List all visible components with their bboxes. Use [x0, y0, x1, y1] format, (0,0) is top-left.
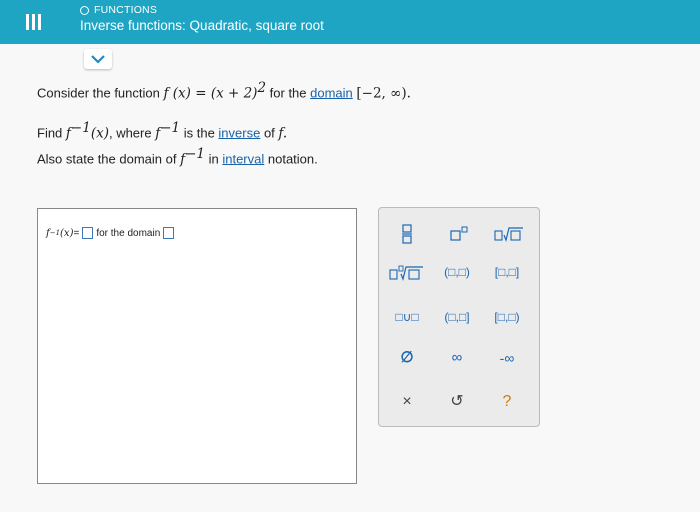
exponent: 2 [257, 80, 267, 96]
domain-link[interactable]: domain [310, 85, 353, 100]
equals-sign: = [73, 227, 80, 239]
inverse-link[interactable]: inverse [218, 125, 260, 140]
open-closed-interval-button[interactable]: (□,□] [435, 306, 479, 328]
menu-icon[interactable] [26, 14, 42, 30]
domain-interval: [−2, ∞). [356, 85, 411, 102]
sqrt-icon [494, 227, 523, 242]
question-text: Consider the function [37, 85, 160, 101]
union-button[interactable]: □∪□ [385, 306, 429, 328]
expand-toggle-button[interactable] [84, 49, 112, 69]
help-button[interactable]: ? [485, 391, 529, 413]
progress-circle-icon [80, 5, 89, 15]
open-open-interval-button[interactable]: (□,□) [435, 261, 479, 283]
inverse-answer-input[interactable] [82, 227, 94, 239]
clear-button[interactable]: × [385, 391, 429, 413]
inverse-superscript: −1 [185, 146, 205, 162]
question-line-1: Consider the function f (x) = (x + 2)2 f… [37, 80, 411, 101]
question-text: of [260, 125, 279, 141]
function-argument: (x) [60, 227, 74, 239]
fraction-icon [402, 224, 412, 244]
nth-root-button[interactable] [385, 261, 429, 283]
page-title: Inverse functions: Quadratic, square roo… [80, 18, 324, 33]
answer-area[interactable]: f −1 (x) = for the domain [37, 208, 357, 484]
nth-root-icon [389, 265, 423, 281]
function-argument: (x) [90, 125, 109, 142]
fraction-button[interactable] [385, 222, 429, 244]
question-text: notation. [264, 151, 318, 167]
question-line-2: Find f−1(x), where f−1 is the inverse of… [37, 120, 287, 141]
question-text: for the [266, 85, 311, 101]
topic-text: FUNCTIONS [94, 4, 158, 16]
exponent-button[interactable] [437, 222, 481, 244]
closed-closed-interval-button[interactable]: [□,□] [485, 261, 529, 283]
function-expression: f (x) = (x + 2) [163, 85, 258, 102]
question-text: , where [108, 125, 156, 141]
negative-infinity-button[interactable]: -∞ [485, 347, 529, 369]
math-palette: (□,□) [□,□] □∪□ (□,□] [□,□) ∅ ∞ -∞ × ↺ ? [378, 207, 540, 427]
topic-label: FUNCTIONS [80, 4, 157, 16]
question-text: in [205, 151, 223, 167]
chevron-down-icon [91, 54, 105, 64]
top-bar: FUNCTIONS Inverse functions: Quadratic, … [0, 0, 700, 44]
inverse-superscript: −1 [49, 229, 61, 237]
inverse-superscript: −1 [70, 120, 91, 136]
question-line-3: Also state the domain of f−1 in interval… [37, 146, 318, 167]
question-text: is the [180, 125, 219, 141]
closed-open-interval-button[interactable]: [□,□) [485, 306, 529, 328]
question-text: Also state the domain of [37, 151, 181, 167]
question-text: Find [37, 125, 66, 141]
function-symbol: f. [278, 125, 288, 142]
exponent-icon [450, 226, 468, 241]
undo-button[interactable]: ↺ [435, 391, 479, 413]
empty-set-button[interactable]: ∅ [385, 347, 429, 369]
domain-label: for the domain [96, 227, 161, 239]
infinity-button[interactable]: ∞ [435, 347, 479, 369]
sqrt-button[interactable] [487, 222, 531, 244]
answer-line: f −1 (x) = for the domain [46, 227, 177, 239]
interval-link[interactable]: interval [222, 151, 264, 166]
inverse-superscript: −1 [160, 120, 181, 136]
domain-answer-input[interactable] [163, 227, 175, 239]
